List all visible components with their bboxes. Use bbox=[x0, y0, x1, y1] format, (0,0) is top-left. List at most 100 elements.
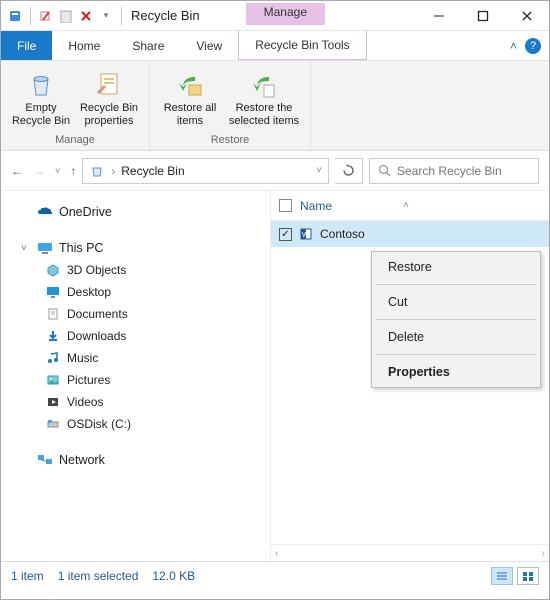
nav-network[interactable]: Network bbox=[19, 449, 264, 471]
qat-dropdown-icon[interactable]: ▾ bbox=[98, 8, 114, 24]
status-size: 12.0 KB bbox=[152, 569, 195, 583]
nav-pictures[interactable]: Pictures bbox=[45, 369, 264, 391]
onedrive-icon bbox=[37, 204, 53, 220]
select-all-checkbox[interactable] bbox=[279, 199, 292, 212]
file-checkbox[interactable] bbox=[279, 228, 292, 241]
properties-qat-icon[interactable] bbox=[38, 8, 54, 24]
nav-osdisk[interactable]: OSDisk (C:) bbox=[45, 413, 264, 435]
address-dropdown-icon[interactable]: ˅ bbox=[316, 165, 322, 176]
nav-this-pc[interactable]: ˅ This PC bbox=[19, 237, 264, 259]
tab-view[interactable]: View bbox=[180, 31, 238, 60]
empty-recycle-bin-button[interactable]: Empty Recycle Bin bbox=[11, 65, 71, 130]
ribbon-tabs: File Home Share View Recycle Bin Tools ˄… bbox=[1, 31, 549, 61]
context-menu-separator bbox=[376, 284, 536, 285]
column-header-row: Name ˄ bbox=[271, 191, 549, 221]
status-selected-count: 1 item selected bbox=[58, 569, 139, 583]
column-sort-icon[interactable]: ˄ bbox=[403, 200, 409, 211]
up-button[interactable]: ↑ bbox=[70, 164, 76, 178]
separator bbox=[30, 7, 31, 25]
details-view-button[interactable] bbox=[491, 567, 513, 585]
navigation-bar: ← → ˅ ↑ › Recycle Bin ˅ bbox=[1, 151, 549, 191]
window-controls bbox=[417, 2, 549, 30]
music-icon bbox=[45, 350, 61, 366]
svg-text:W: W bbox=[302, 232, 309, 239]
drive-icon bbox=[45, 416, 61, 432]
nav-videos[interactable]: Videos bbox=[45, 391, 264, 413]
nav-onedrive[interactable]: OneDrive bbox=[19, 201, 264, 223]
tab-home[interactable]: Home bbox=[52, 31, 116, 60]
back-button[interactable]: ← bbox=[11, 164, 23, 178]
search-input[interactable] bbox=[397, 164, 550, 178]
delete-qat-icon[interactable] bbox=[78, 8, 94, 24]
collapse-icon[interactable]: ˅ bbox=[21, 243, 31, 254]
desktop-icon bbox=[45, 284, 61, 300]
this-pc-icon bbox=[37, 240, 53, 256]
scroll-right-icon[interactable]: › bbox=[542, 548, 545, 559]
nav-label: OneDrive bbox=[59, 205, 112, 219]
button-label: Restore the selected items bbox=[228, 102, 300, 127]
ribbon-group-label: Restore bbox=[211, 134, 250, 148]
nav-desktop[interactable]: Desktop bbox=[45, 281, 264, 303]
quick-access-toolbar: ▾ Recycle Bin bbox=[1, 7, 206, 25]
pictures-icon bbox=[45, 372, 61, 388]
recycle-bin-address-icon bbox=[89, 163, 105, 179]
ribbon-group-manage: Empty Recycle Bin Recycle Bin properties… bbox=[1, 61, 150, 150]
network-icon bbox=[37, 452, 53, 468]
restore-all-button[interactable]: Restore all items bbox=[160, 65, 220, 130]
column-header-name[interactable]: Name bbox=[300, 199, 332, 213]
downloads-icon bbox=[45, 328, 61, 344]
app-icon bbox=[7, 8, 23, 24]
context-menu-delete[interactable]: Delete bbox=[372, 322, 540, 352]
scroll-left-icon[interactable]: ‹ bbox=[275, 548, 278, 559]
horizontal-scrollbar[interactable]: ‹ › bbox=[271, 544, 549, 561]
breadcrumb-separator: › bbox=[111, 164, 115, 178]
context-menu: Restore Cut Delete Properties bbox=[371, 251, 541, 388]
nav-3d-objects[interactable]: 3D Objects bbox=[45, 259, 264, 281]
collapse-ribbon-icon[interactable]: ˄ bbox=[510, 39, 517, 53]
restore-selected-button[interactable]: Restore the selected items bbox=[228, 65, 300, 130]
properties-icon bbox=[93, 68, 125, 100]
context-menu-properties[interactable]: Properties bbox=[372, 357, 540, 387]
button-label: Empty Recycle Bin bbox=[11, 102, 71, 127]
button-label: Restore all items bbox=[160, 102, 220, 127]
word-document-icon: W bbox=[298, 226, 314, 242]
documents-icon bbox=[45, 306, 61, 322]
ribbon: Empty Recycle Bin Recycle Bin properties… bbox=[1, 61, 549, 151]
recent-locations-dropdown[interactable]: ˅ bbox=[55, 166, 60, 176]
tab-recycle-bin-tools[interactable]: Recycle Bin Tools bbox=[238, 31, 367, 60]
minimize-button[interactable] bbox=[417, 2, 461, 30]
tab-file[interactable]: File bbox=[1, 31, 52, 60]
context-menu-restore[interactable]: Restore bbox=[372, 252, 540, 282]
close-button[interactable] bbox=[505, 2, 549, 30]
file-row[interactable]: W Contoso bbox=[271, 221, 549, 247]
nav-label: Downloads bbox=[67, 329, 126, 343]
search-box[interactable] bbox=[369, 158, 539, 184]
nav-documents[interactable]: Documents bbox=[45, 303, 264, 325]
nav-label: Pictures bbox=[67, 373, 110, 387]
context-menu-separator bbox=[376, 319, 536, 320]
address-bar[interactable]: › Recycle Bin ˅ bbox=[82, 158, 329, 184]
videos-icon bbox=[45, 394, 61, 410]
ribbon-group-label: Manage bbox=[55, 134, 95, 148]
tab-share[interactable]: Share bbox=[116, 31, 180, 60]
nav-music[interactable]: Music bbox=[45, 347, 264, 369]
file-list[interactable]: W Contoso Restore Cut Delete Properties bbox=[271, 221, 549, 544]
forward-button[interactable]: → bbox=[33, 164, 45, 178]
main-area: OneDrive ˅ This PC 3D Objects Desktop Do… bbox=[1, 191, 549, 561]
large-icons-view-button[interactable] bbox=[517, 567, 539, 585]
maximize-button[interactable] bbox=[461, 2, 505, 30]
context-menu-cut[interactable]: Cut bbox=[372, 287, 540, 317]
nav-label: Music bbox=[67, 351, 98, 365]
nav-label: 3D Objects bbox=[67, 263, 126, 277]
new-folder-qat-icon[interactable] bbox=[58, 8, 74, 24]
nav-this-pc-children: 3D Objects Desktop Documents Downloads M… bbox=[45, 259, 264, 435]
restore-selected-icon bbox=[248, 68, 280, 100]
recycle-bin-properties-button[interactable]: Recycle Bin properties bbox=[79, 65, 139, 130]
nav-label: Desktop bbox=[67, 285, 111, 299]
help-icon[interactable]: ? bbox=[525, 38, 541, 54]
breadcrumb-location[interactable]: Recycle Bin bbox=[121, 164, 184, 178]
window-title: Recycle Bin bbox=[129, 8, 200, 23]
recycle-bin-empty-icon bbox=[25, 68, 57, 100]
refresh-button[interactable] bbox=[335, 158, 363, 184]
nav-downloads[interactable]: Downloads bbox=[45, 325, 264, 347]
